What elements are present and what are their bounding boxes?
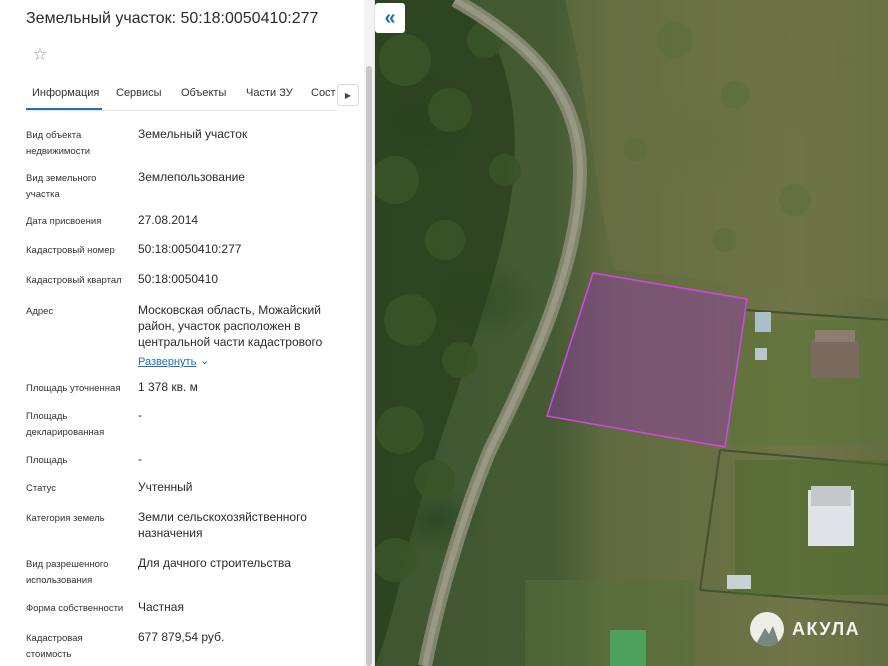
favorite-button[interactable]: ☆ (26, 42, 54, 68)
chevron-down-icon: ⌄ (200, 355, 210, 367)
field-value: 27.08.2014 (138, 213, 199, 227)
field-label: Кадастровая стоимость (26, 633, 83, 660)
field-label: Площадь декларированная (26, 411, 105, 438)
field-label: Вид земельного участка (26, 173, 97, 200)
field-value: Для дачного строительства (138, 556, 291, 570)
field-label: Кадастровый номер (26, 245, 115, 256)
tab-objects[interactable]: Объекты (181, 87, 226, 99)
field-value: Земли сельскохозяйственного назначения (138, 510, 307, 540)
field-value: Учтенный (138, 480, 193, 494)
triangle-right-icon: ▶ (344, 90, 352, 100)
field-value: Землепользование (138, 170, 245, 184)
field-label: Адрес (26, 306, 54, 317)
tab-bar: Информация Сервисы Объекты Части ЗУ Сост… (26, 84, 336, 110)
field-value: Частная (138, 600, 184, 614)
tab-services[interactable]: Сервисы (116, 87, 162, 99)
field-value: 50:18:0050410 (138, 272, 219, 286)
satellite-map[interactable] (375, 0, 888, 666)
field-label: Форма собственности (26, 603, 124, 614)
scrollbar-thumb[interactable] (366, 66, 372, 666)
field-value: - (138, 408, 142, 422)
field-label: Площадь уточненная (26, 383, 121, 394)
field-value: 50:18:0050410:277 (138, 242, 242, 256)
parcel-polygon[interactable] (546, 272, 748, 448)
field-label: Дата присвоения (26, 216, 102, 227)
field-label: Вид объекта недвижимости (26, 130, 91, 157)
expand-link[interactable]: Развернуть (138, 356, 196, 368)
info-panel-scroll[interactable]: Земельный участок: 50:18:0050410:277 ☆ И… (0, 0, 365, 666)
tab-information[interactable]: Информация (32, 87, 99, 99)
watermark-text: АКУЛА (792, 618, 861, 639)
map-imagery (375, 0, 888, 666)
tab-composition[interactable]: Соста (311, 87, 336, 99)
field-value: - (138, 452, 142, 466)
tabs-divider (26, 110, 336, 111)
field-label: Категория земель (26, 513, 105, 524)
field-label: Кадастровый квартал (26, 275, 122, 286)
field-label: Статус (26, 483, 57, 494)
tabs-scroll-right-button[interactable]: ▶ (337, 84, 359, 106)
star-outline-icon: ☆ (32, 45, 48, 64)
tab-parcel-parts[interactable]: Части ЗУ (246, 87, 293, 99)
shark-logo-icon (750, 612, 784, 646)
field-label: Площадь (26, 455, 68, 466)
field-value: 1 378 кв. м (138, 380, 198, 394)
collapse-panel-button[interactable]: « (375, 3, 405, 33)
panel-title: Земельный участок: 50:18:0050410:277 (26, 10, 319, 27)
field-label: Вид разрешенного использования (26, 559, 109, 586)
field-value: 677 879,54 руб. (138, 630, 225, 644)
field-value: Земельный участок (138, 127, 248, 141)
field-value: Московская область, Можайский район, уча… (138, 303, 323, 349)
info-panel: Земельный участок: 50:18:0050410:277 ☆ И… (0, 0, 375, 666)
watermark: АКУЛА (750, 612, 860, 646)
double-chevron-left-icon: « (384, 6, 396, 29)
